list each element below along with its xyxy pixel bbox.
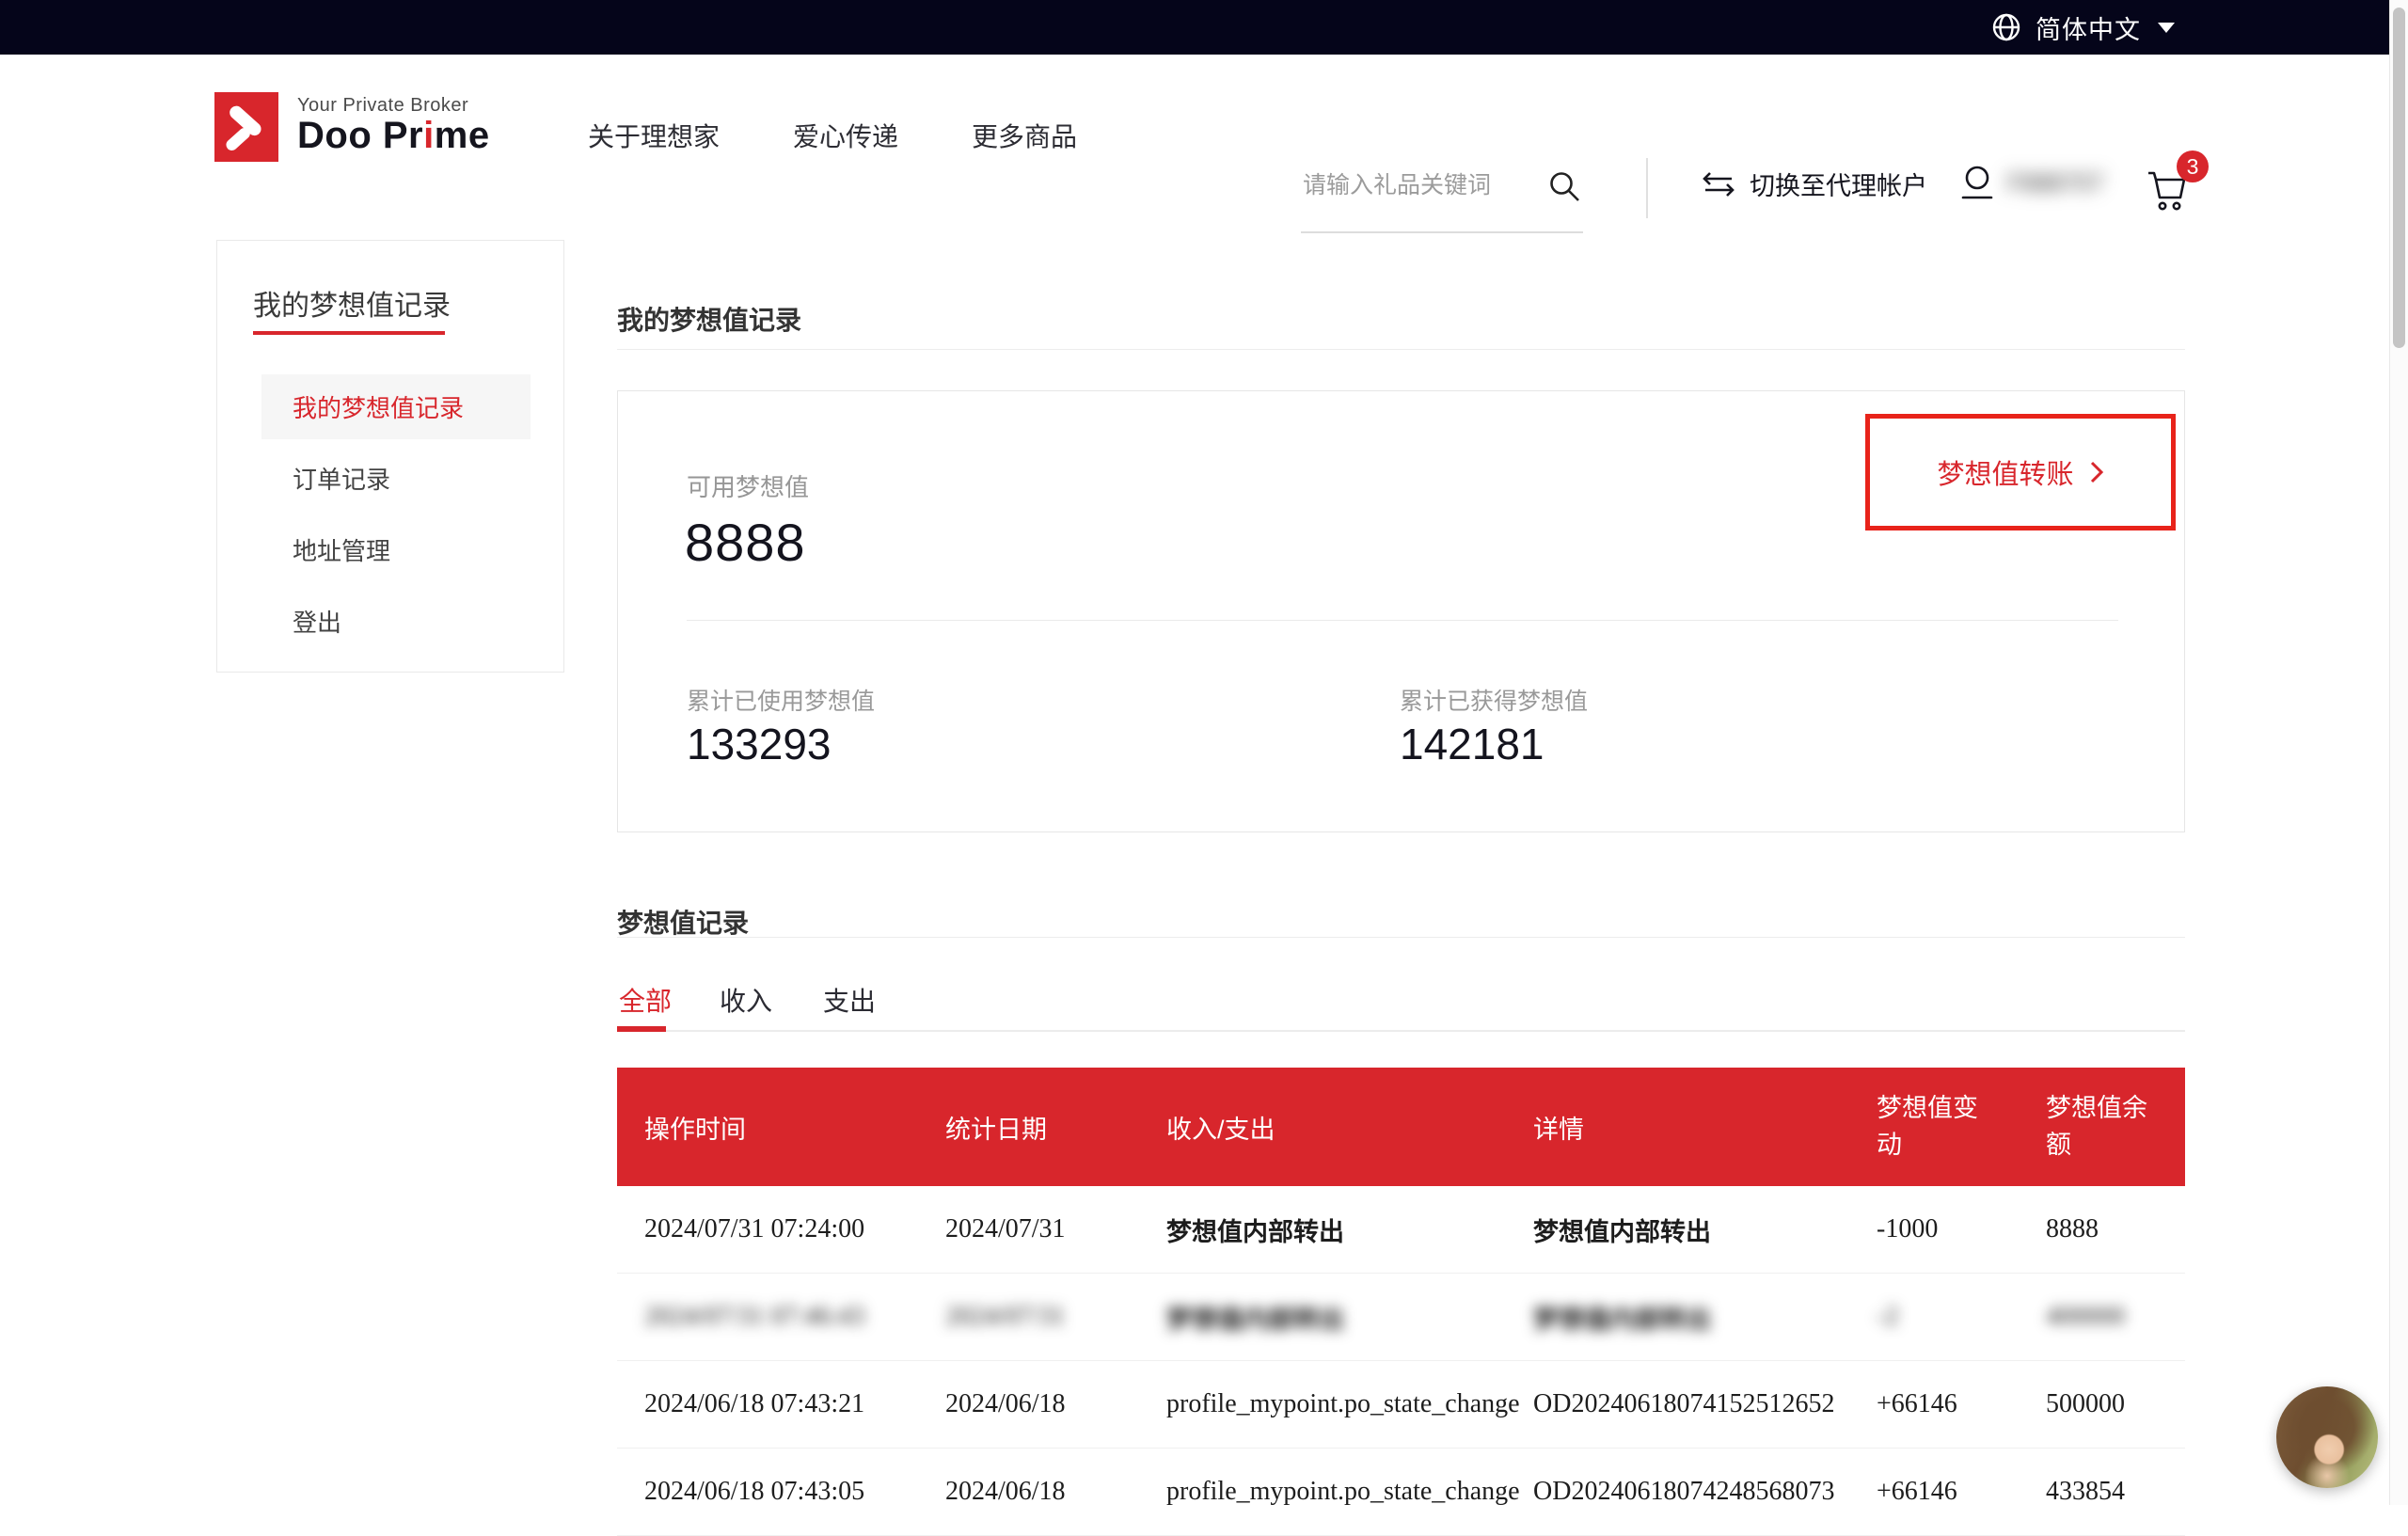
table-row: 2024/07/31 07:24:002024/07/31梦想值内部转出梦想值内… — [617, 1186, 2185, 1274]
sidebar-title: 我的梦想值记录 — [253, 282, 451, 324]
annotation-highlight-box: 梦想值转账 — [1865, 414, 2176, 530]
top-bar: 简体中文 — [0, 0, 2408, 55]
cell-change: +66146 — [1877, 1477, 2046, 1507]
cell-detail: 梦想值内部转出 — [1533, 1211, 1877, 1248]
dream-value-summary-card: 可用梦想值 8888 梦想值转账 累计已使用梦想值 133293 累计已获得梦想… — [617, 390, 2185, 832]
available-value: 8888 — [685, 512, 806, 573]
nav-item-0[interactable]: 关于理想家 — [588, 117, 720, 154]
search-icon[interactable] — [1547, 169, 1581, 203]
transfer-link-label: 梦想值转账 — [1937, 452, 2073, 492]
doo-prime-logo[interactable]: Your Private Broker Doo Prime — [214, 92, 490, 162]
records-tabs: 全部 收入 支出 — [617, 964, 2185, 1032]
cart-count-badge: 3 — [2177, 150, 2209, 182]
cell-change: -2 — [1877, 1302, 2046, 1332]
cell-balance: 400000 — [2046, 1302, 2185, 1332]
chevron-right-icon — [2089, 460, 2104, 484]
cell-inout: profile_mypoint.po_state_change — [1166, 1477, 1533, 1507]
cell-inout: 梦想值内部转出 — [1166, 1299, 1533, 1336]
page-title: 我的梦想值记录 — [617, 300, 801, 338]
language-label: 简体中文 — [2036, 9, 2141, 46]
logo-mark-icon — [214, 92, 278, 162]
table-row: 2024/06/18 07:43:212024/06/18profile_myp… — [617, 1361, 2185, 1449]
sidebar-item-2[interactable]: 地址管理 — [217, 517, 563, 582]
cell-detail: 梦想值内部转出 — [1533, 1299, 1877, 1336]
scrollbar-thumb[interactable] — [2393, 8, 2405, 348]
available-value-label: 可用梦想值 — [687, 468, 809, 503]
switch-account-button[interactable]: 切换至代理帐户 — [1701, 166, 1927, 202]
column-header-3: 详情 — [1533, 1109, 1877, 1146]
table-row: 2024/07/31 07:46:432024/07/31梦想值内部转出梦想值内… — [617, 1274, 2185, 1361]
cell-change: -1000 — [1877, 1214, 2046, 1244]
column-header-1: 统计日期 — [945, 1109, 1166, 1146]
cell-time: 2024/07/31 07:24:00 — [644, 1214, 945, 1244]
table-row: 2024/06/18 07:43:052024/06/18profile_myp… — [617, 1449, 2185, 1536]
site-header: Your Private Broker Doo Prime 关于理想家 爱心传递 更… — [0, 55, 2408, 216]
user-icon — [1958, 162, 1996, 203]
cell-date: 2024/06/18 — [945, 1477, 1166, 1507]
records-section-title: 梦想值记录 — [617, 903, 749, 941]
column-header-4: 梦想值变动 — [1877, 1090, 2046, 1164]
cell-change: +66146 — [1877, 1389, 2046, 1419]
sidebar-item-1[interactable]: 订单记录 — [217, 446, 563, 511]
cell-balance: 500000 — [2046, 1389, 2185, 1419]
cell-balance: 8888 — [2046, 1214, 2185, 1244]
username-blurred: F888707 — [2007, 168, 2120, 198]
cell-date: 2024/07/31 — [945, 1302, 1166, 1332]
switch-account-label: 切换至代理帐户 — [1750, 166, 1927, 202]
transfer-link[interactable]: 梦想值转账 — [1937, 452, 2103, 492]
cell-date: 2024/06/18 — [945, 1389, 1166, 1419]
cell-detail: OD20240618074248568073 — [1533, 1477, 1877, 1507]
column-header-2: 收入/支出 — [1166, 1109, 1533, 1146]
cart-button[interactable]: 3 — [2143, 160, 2203, 216]
divider — [617, 349, 2185, 350]
header-divider — [1646, 158, 1648, 218]
sidebar-item-3[interactable]: 登出 — [217, 589, 563, 654]
sidebar-menu: 我的梦想值记录订单记录地址管理登出 — [217, 374, 563, 660]
used-value-label: 累计已使用梦想值 — [687, 683, 875, 717]
card-divider — [687, 620, 2118, 621]
cell-time: 2024/06/18 07:43:21 — [644, 1389, 945, 1419]
cell-time: 2024/07/31 07:46:43 — [644, 1302, 945, 1332]
sidebar: 我的梦想值记录 我的梦想值记录订单记录地址管理登出 — [216, 240, 564, 673]
cell-balance: 433854 — [2046, 1477, 2185, 1507]
swap-arrows-icon — [1701, 170, 1736, 198]
earned-value: 142181 — [1400, 719, 1545, 769]
records-table: 操作时间统计日期收入/支出详情梦想值变动梦想值余额 2024/07/31 07:… — [617, 1068, 2185, 1536]
tabs-divider — [617, 1030, 2185, 1032]
nav-item-1[interactable]: 爱心传递 — [793, 117, 898, 154]
logo-brand: Doo Prime — [297, 116, 490, 155]
cell-time: 2024/06/18 07:43:05 — [644, 1477, 945, 1507]
search-box — [1301, 156, 1583, 233]
chevron-down-icon — [2158, 23, 2175, 33]
records-table-body: 2024/07/31 07:24:002024/07/31梦想值内部转出梦想值内… — [617, 1186, 2185, 1536]
column-header-5: 梦想值余额 — [2046, 1090, 2185, 1164]
account-menu[interactable]: F888707 — [1958, 162, 2120, 203]
page-scrollbar[interactable] — [2389, 0, 2408, 1505]
cell-date: 2024/07/31 — [945, 1214, 1166, 1244]
tab-0[interactable]: 全部 — [619, 981, 672, 1019]
sidebar-title-underline — [253, 331, 445, 335]
divider — [617, 937, 2185, 938]
column-header-0: 操作时间 — [644, 1109, 945, 1146]
cell-inout: 梦想值内部转出 — [1166, 1211, 1533, 1248]
main-nav: 关于理想家 爱心传递 更多商品 — [588, 55, 1077, 216]
logo-tagline: Your Private Broker — [297, 96, 490, 116]
tab-1[interactable]: 收入 — [720, 981, 772, 1019]
sidebar-item-0[interactable]: 我的梦想值记录 — [261, 374, 531, 439]
search-input[interactable] — [1301, 156, 1540, 214]
earned-value-label: 累计已获得梦想值 — [1400, 683, 1588, 717]
cell-detail: OD20240618074152512652 — [1533, 1389, 1877, 1419]
tab-2[interactable]: 支出 — [823, 981, 876, 1019]
used-value: 133293 — [687, 719, 832, 769]
active-tab-underline — [617, 1026, 666, 1032]
webcam-avatar[interactable] — [2276, 1386, 2378, 1488]
language-selector[interactable]: 简体中文 — [1990, 9, 2175, 46]
cell-inout: profile_mypoint.po_state_change — [1166, 1389, 1533, 1419]
records-table-header: 操作时间统计日期收入/支出详情梦想值变动梦想值余额 — [617, 1068, 2185, 1186]
nav-item-2[interactable]: 更多商品 — [972, 117, 1077, 154]
globe-icon — [1990, 11, 2022, 43]
